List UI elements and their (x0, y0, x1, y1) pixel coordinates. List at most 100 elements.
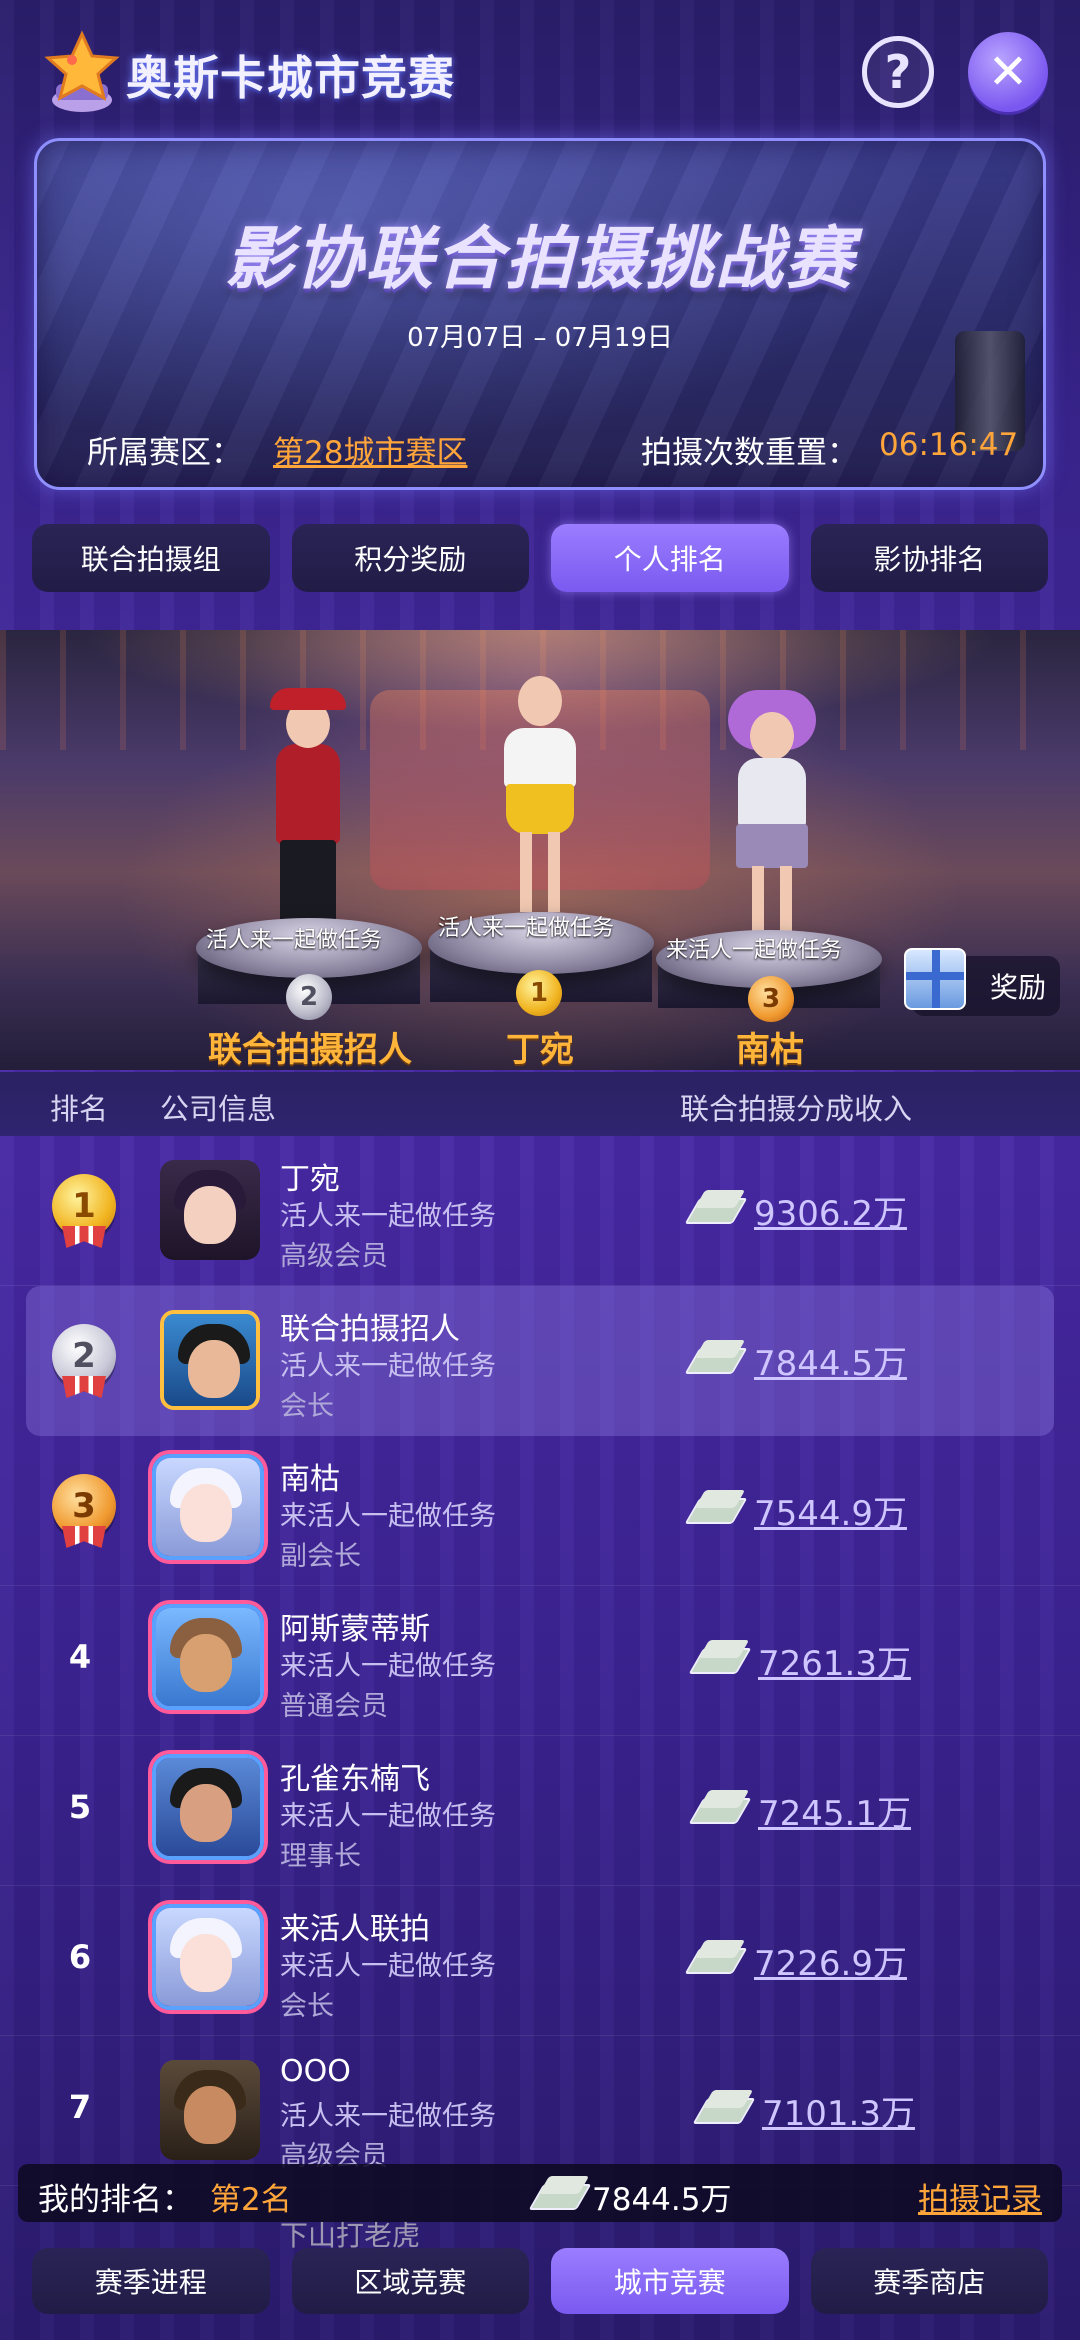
player-name: 联合拍摄招人 (280, 1312, 460, 1347)
medal-ribbon (62, 1526, 106, 1548)
table-row[interactable]: 1 丁宛 活人来一起做任务 高级会员 9306.2万 (0, 1136, 1080, 1286)
company-name: 来活人一起做任务 (280, 1651, 496, 1682)
avatar[interactable] (152, 1454, 264, 1560)
avatar[interactable] (160, 1160, 260, 1260)
rank-number: 5 (68, 1788, 92, 1826)
member-role: 高级会员 (280, 1241, 388, 1272)
close-x-icon: ✕ (987, 44, 1029, 100)
zone-label: 所属赛区： (87, 435, 242, 471)
help-button[interactable]: ? (862, 36, 934, 108)
podium-first-name: 丁宛 (506, 1030, 574, 1070)
member-role: 理事长 (280, 1841, 361, 1872)
rank-number: 4 (68, 1638, 92, 1676)
cash-icon (692, 1488, 742, 1526)
avatar[interactable] (152, 1754, 264, 1860)
income-value[interactable]: 7101.3万 (762, 2086, 915, 2135)
company-name: 活人来一起做任务 (280, 1351, 496, 1382)
cash-icon (692, 1188, 742, 1226)
bottom-nav: 赛季进程 区域竞赛 城市竞赛 赛季商店 (32, 2248, 1048, 2314)
tab-joint-shoot-group[interactable]: 联合拍摄组 (32, 524, 270, 592)
reward-label: 奖励 (989, 971, 1046, 1004)
second-place-character[interactable] (258, 680, 358, 930)
table-row[interactable]: 5 孔雀东楠飞 来活人一起做任务 理事长 7245.1万 (0, 1736, 1080, 1886)
my-rank-bar: 我的排名： 第2名 7844.5万 拍摄记录 (18, 2164, 1062, 2222)
nav-city-contest[interactable]: 城市竞赛 (551, 2248, 789, 2314)
avatar[interactable] (152, 1604, 264, 1710)
income-value[interactable]: 7544.9万 (754, 1486, 907, 1535)
medal-ribbon (62, 1376, 106, 1398)
podium-second-motto: 活人来一起做任务 (206, 928, 383, 953)
zone-link[interactable]: 第28城市赛区 (273, 427, 467, 472)
company-name: 活人来一起做任务 (280, 1201, 496, 1232)
page-title: 奥斯卡城市竞赛 (126, 51, 455, 105)
podium-second-name: 联合拍摄招人 (208, 1030, 412, 1070)
income-value[interactable]: 7844.5万 (754, 1336, 907, 1385)
member-role: 会长 (280, 1391, 334, 1422)
gift-box-icon (904, 948, 966, 1010)
question-circle-icon: ? (884, 45, 912, 99)
my-rank-value: 第2名 (210, 2182, 292, 2218)
podium-stage: 活人来一起做任务 活人来一起做任务 来活人一起做任务 2 1 3 联合拍摄招人 … (0, 630, 1080, 1070)
event-title: 影协联合拍摄挑战赛 (224, 220, 855, 299)
first-place-character[interactable] (490, 666, 590, 916)
table-row[interactable]: 3 南枯 来活人一起做任务 副会长 7544.9万 (0, 1436, 1080, 1586)
bronze-medal-icon: 3 (748, 976, 794, 1022)
medal-ribbon (62, 1226, 106, 1248)
event-banner: 影协联合拍摄挑战赛 07月07日 – 07月19日 所属赛区： 第28城市赛区 … (34, 138, 1046, 490)
shoot-record-link[interactable]: 拍摄记录 (918, 2174, 1042, 2219)
podium-first-motto: 活人来一起做任务 (438, 916, 615, 941)
close-button[interactable]: ✕ (968, 32, 1048, 112)
table-row[interactable]: 6 来活人联拍 来活人一起做任务 会长 7226.9万 (0, 1886, 1080, 2036)
player-name: 来活人联拍 (280, 1912, 430, 1947)
rank-number: 6 (68, 1938, 92, 1976)
player-name: 南枯 (280, 1462, 340, 1497)
player-name: OOO (280, 2054, 351, 2089)
nav-season-progress[interactable]: 赛季进程 (32, 2248, 270, 2314)
company-name: 来活人一起做任务 (280, 1501, 496, 1532)
header: 奥斯卡城市竞赛 ? ✕ (0, 0, 1080, 140)
income-value[interactable]: 7245.1万 (758, 1786, 911, 1835)
rank-number: 7 (68, 2088, 92, 2126)
col-rank-header: 排名 (50, 1092, 109, 1126)
company-name: 来活人一起做任务 (280, 1801, 496, 1832)
cash-icon (696, 1788, 746, 1826)
cash-icon (700, 2088, 750, 2126)
tab-personal-ranking[interactable]: 个人排名 (551, 524, 789, 592)
nav-season-shop[interactable]: 赛季商店 (810, 2248, 1048, 2314)
event-date-range: 07月07日 – 07月19日 (407, 323, 673, 353)
avatar[interactable] (160, 2060, 260, 2160)
company-name: 来活人一起做任务 (280, 1951, 496, 1982)
tab-points-reward[interactable]: 积分奖励 (291, 524, 529, 592)
nav-region-contest[interactable]: 区域竞赛 (291, 2248, 529, 2314)
player-name: 丁宛 (280, 1162, 340, 1197)
company-name: 活人来一起做任务 (280, 2101, 496, 2132)
cash-icon (696, 1638, 746, 1676)
income-value[interactable]: 7261.3万 (758, 1636, 911, 1685)
cash-icon (536, 2174, 586, 2212)
avatar[interactable] (152, 1904, 264, 2010)
member-role: 普通会员 (280, 1691, 388, 1722)
reward-button[interactable]: 奖励 (904, 948, 1060, 1016)
table-row[interactable]: 4 阿斯蒙蒂斯 来活人一起做任务 普通会员 7261.3万 (0, 1586, 1080, 1736)
reset-label: 拍摄次数重置： (641, 435, 858, 471)
ranking-table-header: 排名 公司信息 联合拍摄分成收入 (0, 1072, 1080, 1136)
my-income-value: 7844.5万 (592, 2182, 732, 2218)
player-name: 阿斯蒙蒂斯 (280, 1612, 430, 1647)
gold-medal-icon: 1 (516, 970, 562, 1016)
podium-third-motto: 来活人一起做任务 (666, 938, 843, 963)
my-rank-label: 我的排名： (38, 2182, 193, 2218)
cash-icon (692, 1938, 742, 1976)
table-row-self[interactable]: 2 联合拍摄招人 活人来一起做任务 会长 7844.5万 (26, 1286, 1054, 1436)
income-value[interactable]: 7226.9万 (754, 1936, 907, 1985)
col-company-header: 公司信息 (160, 1092, 277, 1126)
trophy-star-logo-icon (42, 30, 122, 116)
reset-countdown: 06:16:47 (879, 427, 1019, 463)
third-place-character[interactable] (722, 690, 822, 940)
income-value[interactable]: 9306.2万 (754, 1186, 907, 1235)
avatar[interactable] (160, 1310, 260, 1410)
col-income-header: 联合拍摄分成收入 (680, 1092, 913, 1126)
tab-bar: 联合拍摄组 积分奖励 个人排名 影协排名 (32, 524, 1048, 592)
player-name: 孔雀东楠飞 (280, 1762, 430, 1797)
silver-medal-icon: 2 (286, 974, 332, 1020)
tab-guild-ranking[interactable]: 影协排名 (810, 524, 1048, 592)
